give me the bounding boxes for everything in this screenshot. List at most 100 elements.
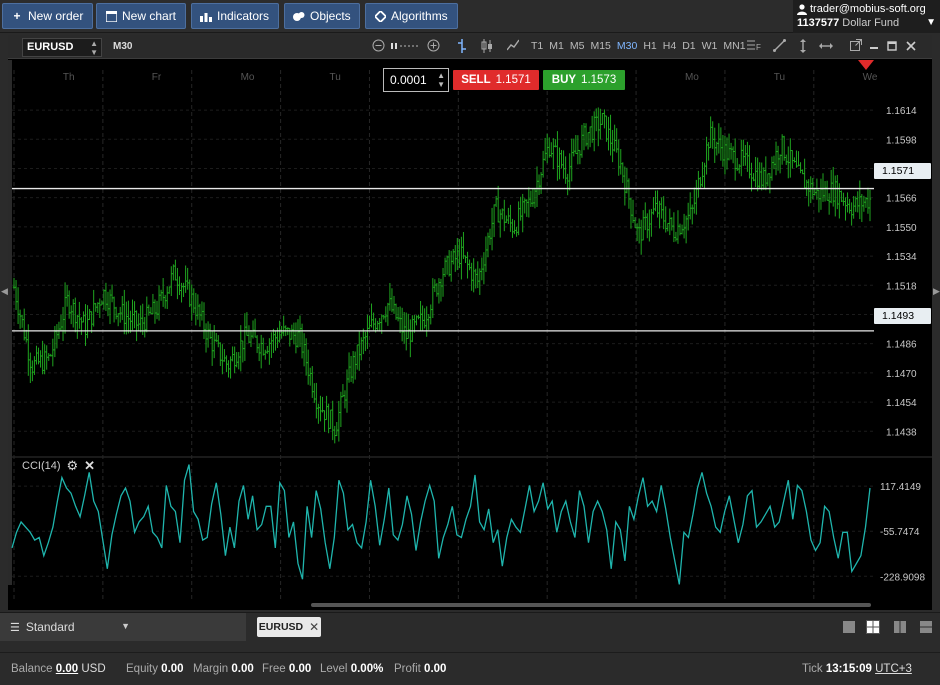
- free-label: Free: [262, 663, 286, 675]
- fibonacci-icon[interactable]: F: [746, 39, 762, 55]
- tf-t1[interactable]: T1: [531, 40, 543, 52]
- lot-size-input[interactable]: 0.0001 ▲ ▼: [383, 68, 449, 92]
- cci-line: [11, 464, 871, 585]
- balance-value[interactable]: 0.00: [56, 663, 78, 675]
- level-price-label[interactable]: 1.1493: [874, 308, 931, 324]
- close-indicator-icon[interactable]: ✕: [84, 458, 95, 474]
- minimize-icon[interactable]: [866, 39, 882, 55]
- price-tick-label: 1.1566: [886, 194, 917, 205]
- chart-tab-eurusd[interactable]: EURUSD ✕: [257, 617, 321, 637]
- new-order-button[interactable]: + New order: [2, 3, 93, 29]
- day-label: Fr: [152, 72, 162, 83]
- tf-h1[interactable]: H1: [643, 40, 656, 52]
- zoom-slider[interactable]: [390, 39, 422, 55]
- tf-m1[interactable]: M1: [549, 40, 564, 52]
- timezone[interactable]: UTC+3: [875, 663, 912, 675]
- balance-currency: USD: [81, 663, 106, 675]
- new-chart-button[interactable]: New chart: [96, 3, 186, 29]
- zoom-in-icon[interactable]: [425, 39, 441, 55]
- right-panel-arrow-icon[interactable]: ▶: [933, 286, 940, 297]
- symbol-selector[interactable]: EURUSD ▲ ▼: [22, 38, 102, 57]
- margin-value: 0.00: [231, 663, 254, 675]
- profit-status: Profit 0.00: [394, 663, 446, 675]
- balance-label: Balance: [11, 663, 53, 675]
- caret-down-icon[interactable]: ▼: [926, 16, 936, 30]
- chart-tab-label: EURUSD: [258, 621, 304, 633]
- tf-m5[interactable]: M5: [570, 40, 585, 52]
- indicator-name: CCI(14): [22, 460, 61, 472]
- top-toolbar: + New order New chart Indicators Objects…: [0, 0, 940, 33]
- layout-grid-icon[interactable]: [866, 620, 880, 634]
- account-fund: Dollar Fund: [842, 17, 900, 29]
- maximize-icon[interactable]: [884, 39, 900, 55]
- buy-button[interactable]: BUY 1.1573: [543, 70, 625, 90]
- left-panel-arrow-icon[interactable]: ◀: [1, 286, 8, 297]
- price-tick-label: 1.1534: [886, 252, 917, 263]
- horizontal-line-icon[interactable]: [818, 39, 834, 55]
- tf-m30[interactable]: M30: [617, 40, 637, 52]
- zoom-out-icon[interactable]: [370, 39, 386, 55]
- equity-value: 0.00: [161, 663, 184, 675]
- tf-m15[interactable]: M15: [590, 40, 610, 52]
- price-tick-label: 1.1486: [886, 340, 917, 351]
- gear-icon[interactable]: ⚙: [67, 458, 79, 474]
- algorithms-label: Algorithms: [391, 9, 448, 23]
- spin-arrows-icon: ▲ ▼: [90, 39, 98, 57]
- timeframe-list: T1 M1 M5 M15 M30 H1 H4 D1 W1 MN1: [531, 40, 746, 52]
- objects-icon: [293, 10, 305, 22]
- symbol-value: EURUSD: [27, 41, 74, 53]
- layout-bar: ☰ Standard ▼ EURUSD ✕: [0, 612, 940, 641]
- plus-icon: +: [13, 9, 21, 23]
- bar-chart-type-icon[interactable]: [454, 39, 470, 55]
- candlestick-type-icon[interactable]: [479, 39, 495, 55]
- buy-price: 1.1573: [581, 74, 617, 86]
- spin-arrows-icon[interactable]: ▲ ▼: [437, 71, 445, 89]
- tf-mn1[interactable]: MN1: [723, 40, 745, 52]
- chart-window: EURUSD ▲ ▼ M30 T1 M1 M5 M15 M30 H1 H4 D1…: [8, 35, 932, 610]
- objects-label: Objects: [310, 9, 351, 23]
- sell-label: SELL: [461, 74, 491, 86]
- account-panel[interactable]: trader@mobius-soft.org 1137577 Dollar Fu…: [793, 0, 940, 33]
- layout-selector[interactable]: ☰ Standard ▼: [0, 613, 246, 641]
- clock-status: Tick 13:15:09 UTC+3: [802, 663, 912, 675]
- day-label: Tu: [774, 72, 785, 83]
- account-user: trader@mobius-soft.org: [810, 3, 926, 15]
- svg-text:F: F: [756, 43, 761, 51]
- diamond-icon: [374, 10, 386, 22]
- cci-tick-label: -55.7474: [880, 527, 920, 538]
- day-label: Tu: [329, 72, 340, 83]
- layout-single-icon[interactable]: [842, 620, 856, 634]
- equity-status: Equity 0.00: [126, 663, 184, 675]
- line-chart-type-icon[interactable]: [505, 39, 521, 55]
- caret-down-icon: ▼: [121, 621, 130, 631]
- vertical-line-icon[interactable]: [795, 39, 811, 55]
- layout-rows-icon[interactable]: [919, 620, 933, 634]
- objects-button[interactable]: Objects: [284, 3, 360, 29]
- price-chart[interactable]: 1.16141.15981.15821.15661.15501.15341.15…: [8, 60, 932, 610]
- algorithms-button[interactable]: Algorithms: [365, 3, 458, 29]
- tf-d1[interactable]: D1: [682, 40, 695, 52]
- price-tick-label: 1.1598: [886, 135, 917, 146]
- price-tick-label: 1.1518: [886, 281, 917, 292]
- sell-button[interactable]: SELL 1.1571: [453, 70, 539, 90]
- tf-h4[interactable]: H4: [663, 40, 676, 52]
- account-number: 1137577: [797, 17, 840, 29]
- price-tick-label: 1.1614: [886, 106, 917, 117]
- day-label: Mo: [241, 72, 255, 83]
- margin-status: Margin 0.00: [193, 663, 254, 675]
- popout-icon[interactable]: [848, 39, 864, 55]
- lot-size-value: 0.0001: [390, 73, 427, 87]
- close-icon[interactable]: [903, 39, 919, 55]
- close-tab-icon[interactable]: ✕: [309, 620, 319, 634]
- trendline-icon[interactable]: [771, 39, 787, 55]
- free-status: Free 0.00: [262, 663, 311, 675]
- indicators-button[interactable]: Indicators: [191, 3, 279, 29]
- price-tick-label: 1.1454: [886, 398, 917, 409]
- layout-columns-icon[interactable]: [893, 620, 907, 634]
- new-chart-label: New chart: [122, 9, 177, 23]
- sell-price: 1.1571: [495, 74, 531, 86]
- margin-label: Margin: [193, 663, 229, 675]
- new-chart-icon: [105, 10, 117, 22]
- tf-w1[interactable]: W1: [702, 40, 718, 52]
- balance-status: Balance 0.00 USD: [11, 663, 106, 675]
